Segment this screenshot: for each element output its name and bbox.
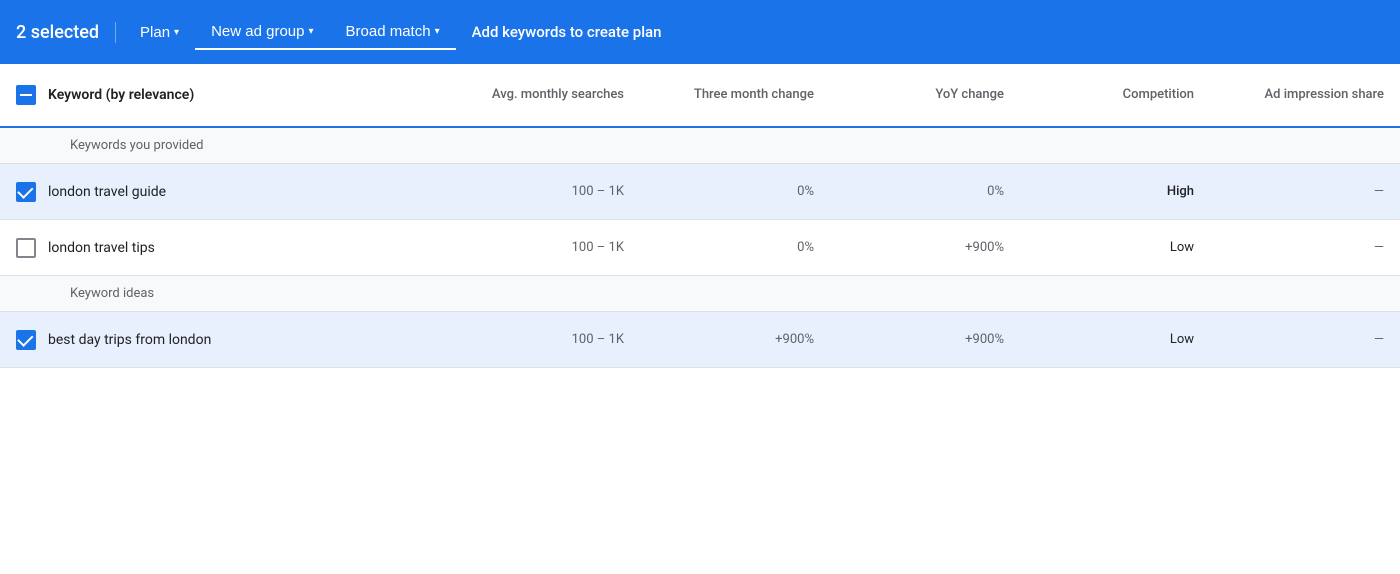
ad-impression-column-header: Ad impression share <box>1210 75 1400 116</box>
keyword-cell: london travel guide <box>0 170 450 214</box>
competition-cell: Low <box>1020 320 1210 359</box>
table-row: london travel guide100 – 1K0%0%High— <box>0 164 1400 220</box>
table-row: london travel tips 100 – 1K0%+900%Low— <box>0 220 1400 276</box>
three-month-cell: +900% <box>640 320 830 359</box>
competition-cell: High <box>1020 172 1210 211</box>
avg-monthly-cell: 100 – 1K <box>450 228 640 267</box>
plan-chevron-icon: ▾ <box>174 27 179 38</box>
keyword-column-header: Keyword (by relevance) <box>0 73 450 117</box>
avg-monthly-cell: 100 – 1K <box>450 320 640 359</box>
yoy-cell: +900% <box>830 228 1020 267</box>
ad-impression-cell: — <box>1210 228 1400 267</box>
broad-match-label: Broad match <box>346 23 431 40</box>
keyword-cell: london travel tips <box>0 226 450 270</box>
avg-monthly-cell: 100 – 1K <box>450 172 640 211</box>
ad-impression-cell: — <box>1210 172 1400 211</box>
add-keywords-label: Add keywords to create plan <box>472 23 662 41</box>
row-checkbox[interactable] <box>16 238 36 258</box>
add-keywords-button[interactable]: Add keywords to create plan <box>456 15 678 49</box>
selected-count: 2 selected <box>16 22 116 43</box>
yoy-cell: 0% <box>830 172 1020 211</box>
section-label-0: Keywords you provided <box>0 128 1400 164</box>
checkbox-minus-icon <box>16 85 36 105</box>
new-ad-group-chevron-icon: ▾ <box>308 26 313 37</box>
competition-cell: Low <box>1020 228 1210 267</box>
three-month-column-header: Three month change <box>640 75 830 116</box>
plan-button[interactable]: Plan ▾ <box>124 16 195 49</box>
row-checkbox[interactable] <box>16 182 36 202</box>
top-bar: 2 selected Plan ▾ New ad group ▾ Broad m… <box>0 0 1400 64</box>
keyword-text: london travel tips <box>48 240 155 256</box>
section-label-1: Keyword ideas <box>0 276 1400 312</box>
yoy-cell: +900% <box>830 320 1020 359</box>
keyword-table: Keyword (by relevance) Avg. monthly sear… <box>0 64 1400 368</box>
table-header: Keyword (by relevance) Avg. monthly sear… <box>0 64 1400 128</box>
row-checkbox[interactable] <box>16 330 36 350</box>
table-body: Keywords you provided london travel guide… <box>0 128 1400 368</box>
competition-column-header: Competition <box>1020 75 1210 116</box>
new-ad-group-button[interactable]: New ad group ▾ <box>195 15 329 50</box>
avg-monthly-column-header: Avg. monthly searches <box>450 75 640 116</box>
keyword-text: best day trips from london <box>48 332 211 348</box>
three-month-cell: 0% <box>640 172 830 211</box>
broad-match-chevron-icon: ▾ <box>435 26 440 37</box>
new-ad-group-label: New ad group <box>211 23 304 40</box>
three-month-cell: 0% <box>640 228 830 267</box>
checkbox-unchecked-icon <box>16 238 36 258</box>
broad-match-button[interactable]: Broad match ▾ <box>330 15 456 50</box>
plan-label: Plan <box>140 24 170 41</box>
keyword-text: london travel guide <box>48 184 166 200</box>
ad-impression-cell: — <box>1210 320 1400 359</box>
select-all-checkbox[interactable] <box>16 85 36 105</box>
checkbox-checked-icon <box>16 330 36 350</box>
checkbox-checked-icon <box>16 182 36 202</box>
keyword-cell: best day trips from london <box>0 318 450 362</box>
table-row: best day trips from london100 – 1K+900%+… <box>0 312 1400 368</box>
yoy-column-header: YoY change <box>830 75 1020 116</box>
